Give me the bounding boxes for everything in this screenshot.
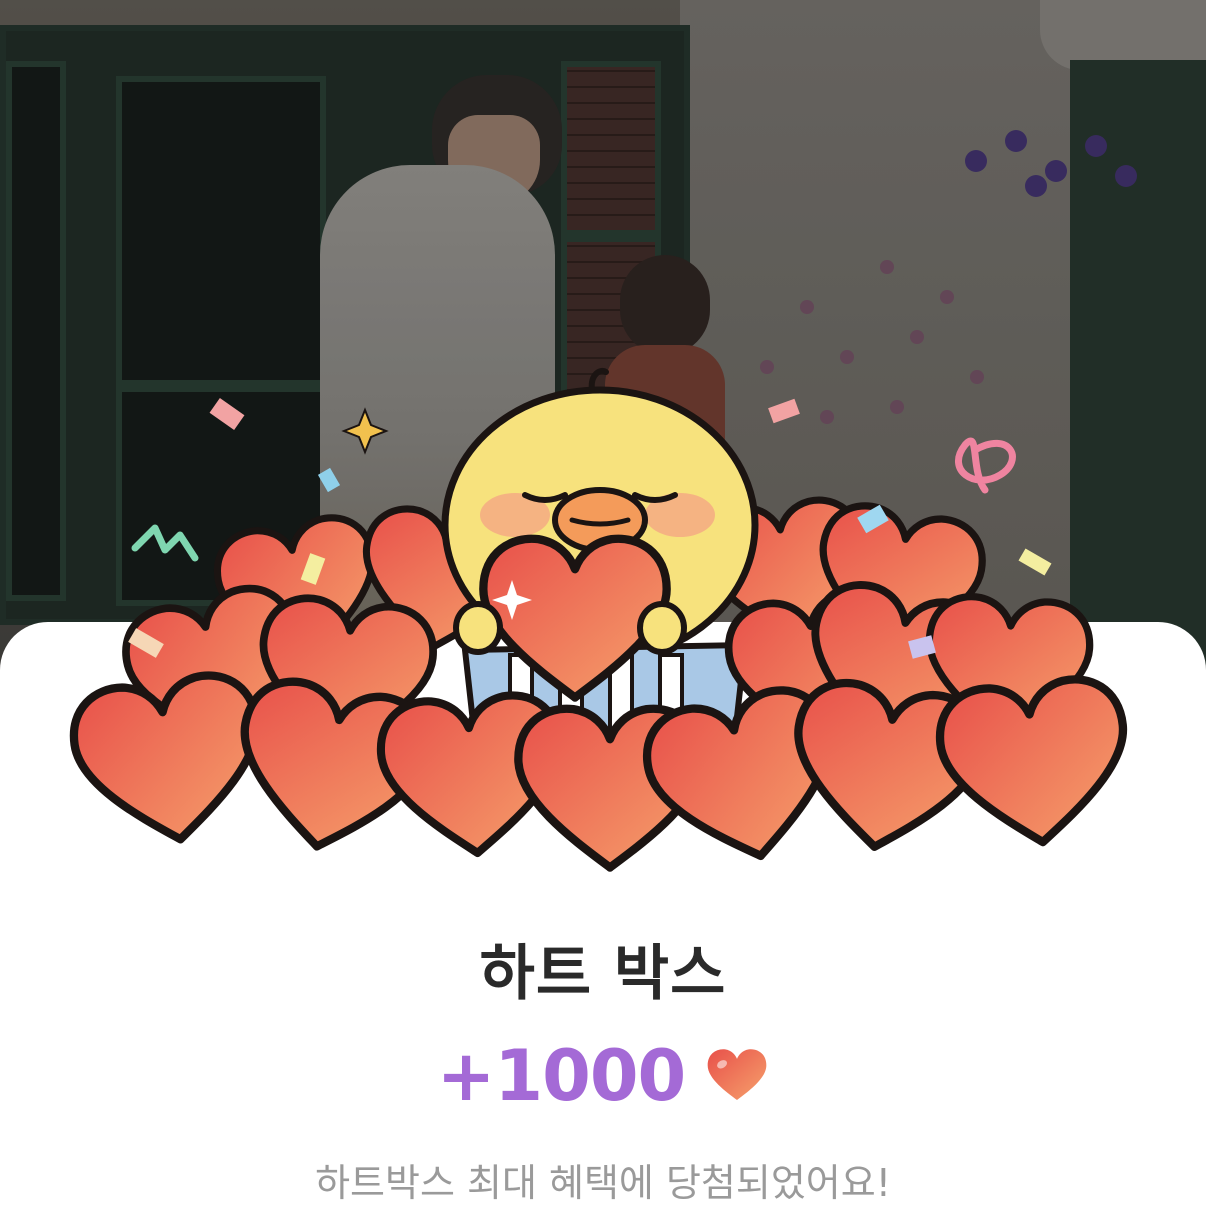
reward-row: +1000 <box>0 1035 1206 1117</box>
heart-decoration <box>935 675 1134 852</box>
heart-icon <box>707 1049 767 1100</box>
dialog-message: 하트박스 최대 혜택에 당첨되었어요! <box>315 1161 891 1205</box>
dialog-title: 하트 박스 <box>479 939 727 1009</box>
heart-decoration <box>68 669 272 852</box>
heart-box-screen: 하트 박스 +1000 하트박스 최대 혜택에 당첨되었어요! <box>0 0 1206 1206</box>
reward-amount: +1000 <box>436 1035 686 1117</box>
heart-box-illustration <box>0 368 1206 900</box>
